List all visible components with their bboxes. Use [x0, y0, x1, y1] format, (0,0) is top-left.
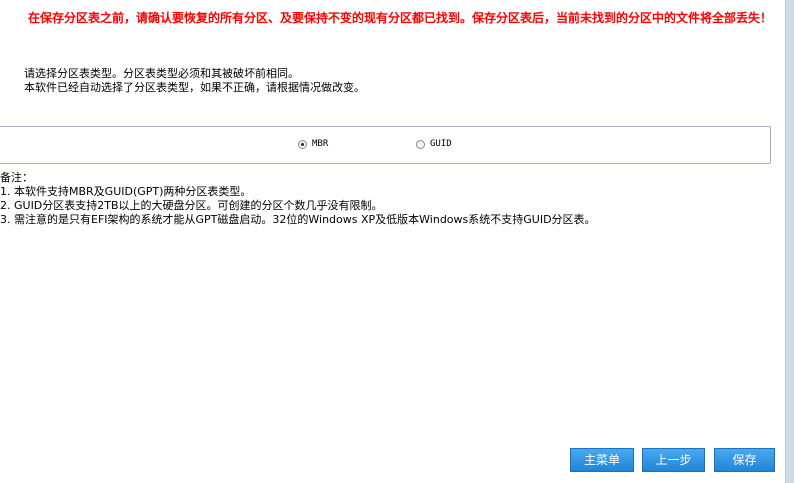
save-button[interactable]: 保存: [714, 448, 775, 472]
guid-radio-label[interactable]: GUID: [430, 139, 452, 149]
instruction-line: 请选择分区表类型。分区表类型必须和其被破坏前相同。: [24, 67, 299, 80]
note-item: 3. 需注意的是只有EFI架构的系统才能从GPT磁盘启动。32位的Windows…: [0, 213, 596, 226]
main-menu-button[interactable]: 主菜单: [570, 448, 634, 472]
note-item: 1. 本软件支持MBR及GUID(GPT)两种分区表类型。: [0, 185, 252, 198]
partition-type-group: MBR GUID: [0, 126, 771, 164]
note-item: 2. GUID分区表支持2TB以上的大硬盘分区。可创建的分区个数几乎没有限制。: [0, 199, 383, 212]
notes: 备注： 1. 本软件支持MBR及GUID(GPT)两种分区表类型。 2. GUI…: [0, 171, 596, 227]
instructions: 请选择分区表类型。分区表类型必须和其被破坏前相同。 本软件已经自动选择了分区表类…: [24, 67, 365, 95]
radio-checked-icon[interactable]: [298, 139, 307, 149]
mbr-radio[interactable]: MBR: [298, 139, 328, 149]
guid-radio[interactable]: GUID: [416, 139, 452, 149]
warning-message: 在保存分区表之前，请确认要恢复的所有分区、及要保持不变的现有分区都已找到。保存分…: [28, 11, 773, 25]
radio-unchecked-icon[interactable]: [416, 139, 425, 149]
back-button[interactable]: 上一步: [642, 448, 705, 472]
mbr-radio-label[interactable]: MBR: [312, 139, 328, 149]
instruction-line: 本软件已经自动选择了分区表类型，如果不正确，请根据情况做改变。: [24, 81, 365, 94]
notes-title: 备注：: [0, 171, 33, 184]
window-frame-edge: [785, 0, 794, 483]
